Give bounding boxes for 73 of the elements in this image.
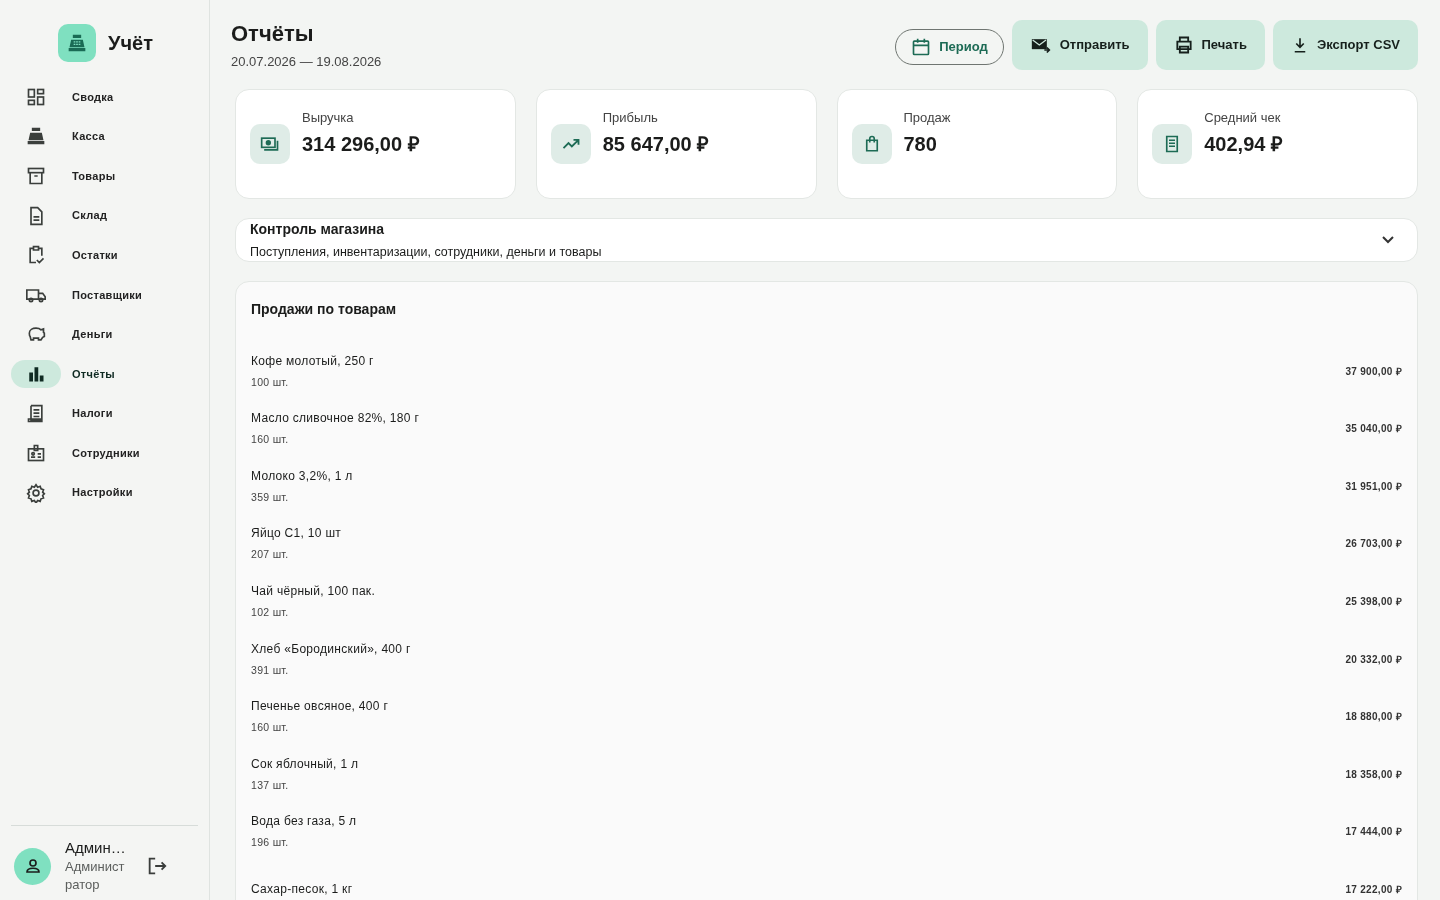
product-amount: 26 703,00 ₽ [1345, 537, 1402, 552]
stat-value: 85 647,00 ₽ [602, 132, 710, 157]
stat-value: 402,94 ₽ [1204, 132, 1283, 157]
nav-item[interactable]: Налоги [0, 393, 209, 434]
cash-register-icon [26, 126, 46, 147]
product-amount: 18 358,00 ₽ [1345, 767, 1402, 782]
product-quantity: 160 шт. [251, 432, 290, 448]
stat-value: 314 296,00 ₽ [302, 132, 420, 157]
printer-icon [1173, 35, 1194, 55]
nav-item[interactable]: Сотрудники [0, 433, 209, 473]
panel-subtitle: Поступления, инвентаризации, сотрудники, деньги и товары [250, 243, 602, 261]
product-name: Яйцо С1, 10 шт [251, 525, 342, 543]
stat-label: Выручка [302, 108, 355, 127]
action-button[interactable]: Экспорт CSV [1272, 20, 1418, 70]
product-amount: 17 222,00 ₽ [1345, 882, 1402, 897]
nav-item[interactable]: Поставщики [0, 274, 209, 315]
product-quantity: 207 шт. [251, 547, 290, 563]
product-amount: 17 444,00 ₽ [1345, 825, 1402, 840]
nav-item[interactable]: Сводка [0, 77, 209, 117]
product-quantity: 137 шт. [251, 777, 290, 793]
product-quantity: 102 шт. [251, 605, 290, 621]
archive-box-icon [26, 166, 46, 186]
stat-label: Средний чек [1204, 108, 1282, 127]
product-amount: 31 951,00 ₽ [1345, 479, 1402, 494]
product-amount: 25 398,00 ₽ [1345, 594, 1402, 609]
calendar-icon [911, 36, 932, 57]
stat-value: 780 [903, 132, 938, 157]
grid-icon [26, 86, 46, 107]
nav-item[interactable]: Товары [0, 156, 209, 196]
product-quantity: 160 шт. [251, 720, 290, 736]
receipt-icon [26, 403, 46, 424]
action-button[interactable]: Печать [1155, 20, 1265, 70]
user-role: Администратор [65, 858, 126, 894]
product-amount: 20 332,00 ₽ [1345, 652, 1402, 667]
stat-label: Прибыль [602, 108, 659, 127]
product-name: Вода без газа, 5 л [251, 813, 357, 831]
product-quantity: 391 шт. [251, 662, 290, 678]
product-name: Хлеб «Бородинский», 400 г [251, 640, 411, 658]
id-badge-icon [26, 443, 46, 464]
app-title: Учёт [108, 30, 153, 56]
product-name: Масло сливочное 82%, 180 г [251, 410, 420, 428]
product-name: Кофе молотый, 250 г [251, 352, 374, 370]
product-quantity: 100 шт. [251, 374, 290, 390]
nav-item[interactable]: Настройки [0, 472, 209, 513]
product-quantity: 359 шт. [251, 489, 290, 505]
person-icon [23, 857, 42, 875]
user-name: Админ… [65, 838, 127, 858]
bar-chart-icon [27, 364, 45, 383]
action-button[interactable]: Отправить [1011, 20, 1148, 70]
nav-item[interactable]: Отчёты [0, 354, 209, 394]
product-name: Чай чёрный, 100 пак. [251, 583, 376, 601]
product-name: Молоко 3,2%, 1 л [251, 467, 353, 485]
settings-icon [26, 482, 46, 503]
nav-item[interactable]: Склад [0, 195, 209, 236]
product-amount: 37 900,00 ₽ [1345, 364, 1402, 379]
section-title: Продажи по товарам [251, 300, 398, 320]
nav-item[interactable]: Остатки [0, 235, 209, 275]
collapsible-panel[interactable]: Контроль магазина Поступления, инвентаризации, сотрудники, деньги и товары [235, 217, 1418, 263]
product-name: Печенье овсяное, 400 г [251, 698, 389, 716]
nav-item[interactable]: Деньги [0, 314, 209, 355]
product-name: Сахар-песок, 1 кг [251, 881, 353, 899]
product-quantity: 196 шт. [251, 835, 290, 851]
product-amount: 35 040,00 ₽ [1345, 422, 1402, 437]
product-name: Сок яблочный, 1 л [251, 755, 359, 773]
date-range: 20.07.2026 — 19.08.2026 [231, 53, 382, 71]
nav-item[interactable]: Касса [0, 116, 209, 157]
product-amount: 18 880,00 ₽ [1345, 710, 1402, 725]
page-title: Отчёты [231, 20, 315, 48]
stat-label: Продаж [903, 108, 951, 127]
clipboard-check-icon [26, 245, 46, 266]
cash-register-icon [67, 32, 87, 53]
panel-title: Контроль магазина [250, 219, 386, 239]
logout-icon [146, 855, 168, 877]
